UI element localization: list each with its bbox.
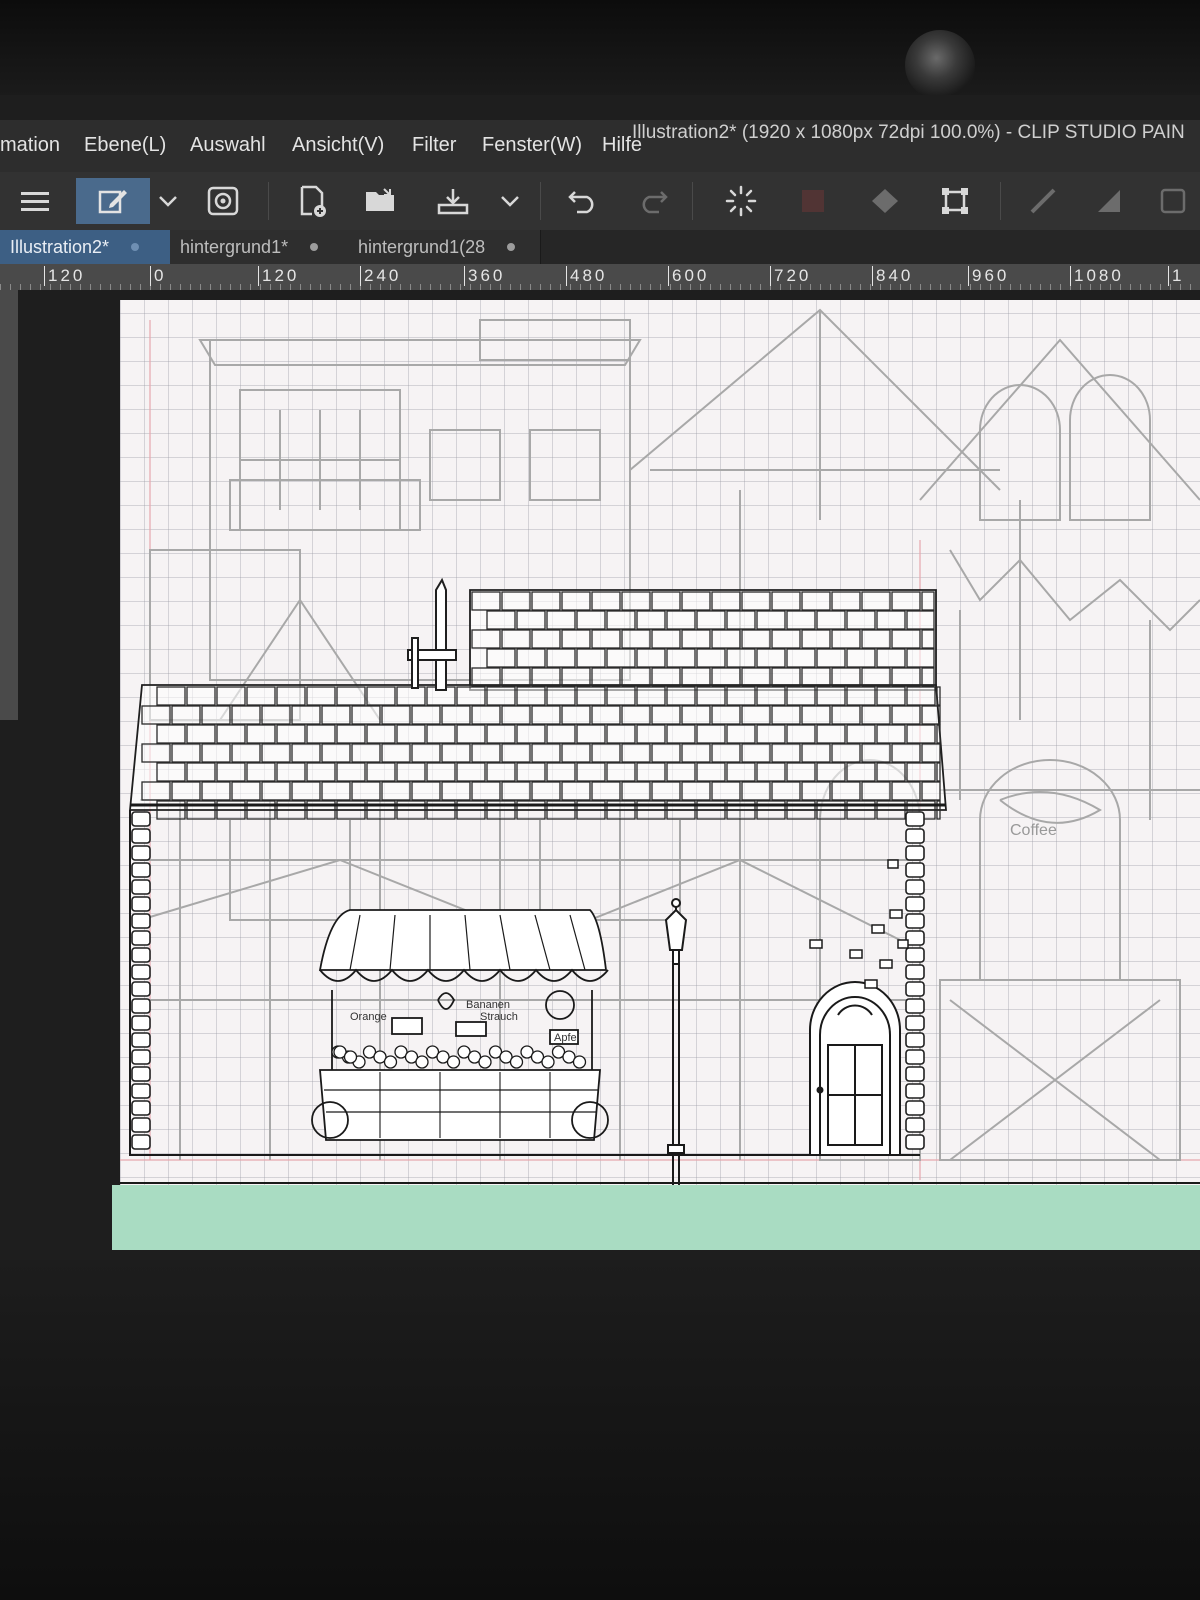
document-tabs: Illustration2* hintergrund1* hintergrund… [0,230,1200,264]
spiral-icon[interactable] [200,178,246,224]
new-file-icon[interactable] [290,178,336,224]
fruit-pile [331,1045,587,1069]
menu-animation[interactable]: mation [0,134,60,157]
window-title: Illustration2* (1920 x 1080px 72dpi 100.… [632,122,1185,143]
tab-hintergrund1[interactable]: hintergrund1* [170,230,357,264]
cart-label-bananas: Bananen [466,999,510,1011]
artwork: Coffee Orange Bananen Strauch Apfel [120,308,1200,1238]
menu-icon[interactable] [12,178,58,224]
ruler-label: 240 [360,266,401,286]
desk-surface [0,1260,1200,1600]
fill-icon[interactable] [862,178,908,224]
drawing-canvas[interactable]: Coffee Orange Bananen Strauch Apfel [120,300,1200,1250]
command-bar [0,172,1200,230]
menu-filter[interactable]: Filter [412,134,456,157]
grass-layer [112,1185,1200,1250]
menu-bar: mation Ebene(L) Auswahl Ansicht(V) Filte… [0,120,1200,172]
tab-label: hintergrund1* [180,236,289,257]
lamp-post [664,898,688,1226]
close-icon[interactable] [310,243,319,251]
market-cart [311,909,609,1141]
tab-illustration2[interactable]: Illustration2* [0,230,179,264]
open-folder-icon[interactable] [358,178,404,224]
close-icon[interactable] [131,243,140,251]
redo-icon[interactable] [630,178,676,224]
loading-icon[interactable] [718,178,764,224]
monitor-bezel [0,0,1200,95]
cart-label-apple: Apfel [554,1032,579,1044]
webcam [905,30,975,100]
cart-label-bush: Strauch [480,1011,518,1023]
chimney [407,577,457,691]
ruler-label: 960 [968,266,1009,286]
ruler-label: 120 [258,266,299,286]
cafe-sign-text: Coffee [1010,822,1057,839]
tool-icon[interactable] [1150,178,1196,224]
door [809,981,901,1156]
ruler-label: 480 [566,266,607,286]
ruler-label: 600 [668,266,709,286]
vertical-ruler [0,290,18,720]
undo-icon[interactable] [560,178,606,224]
ruler-label: 840 [872,266,913,286]
ruler-label: 0 [150,266,166,286]
ruler-label: 720 [770,266,811,286]
ruler-label: 120 [44,266,85,286]
ruler-label: 1080 [1070,266,1124,286]
close-icon[interactable] [507,243,516,251]
edit-pen-icon[interactable] [76,178,150,224]
tab-hintergrund1-28[interactable]: hintergrund1(28 [348,230,541,264]
ruler-label: 360 [464,266,505,286]
ruler-label: 1 [1168,266,1184,286]
chevron-down-icon[interactable] [492,178,528,224]
horizontal-ruler: 120 0 120 240 360 480 600 720 840 960 10… [0,264,1200,290]
layer-icon[interactable] [790,178,836,224]
menu-layer[interactable]: Ebene(L) [84,134,166,157]
tab-label: Illustration2* [10,236,110,257]
roof [129,589,947,811]
menu-selection[interactable]: Auswahl [190,134,266,157]
tab-label: hintergrund1(28 [358,236,486,257]
tool-icon[interactable] [1086,178,1132,224]
transform-icon[interactable] [932,178,978,224]
menu-view[interactable]: Ansicht(V) [292,134,384,157]
tool-icon[interactable] [1020,178,1066,224]
wall-bricks [809,859,909,989]
menu-window[interactable]: Fenster(W) [482,134,582,157]
chevron-down-icon[interactable] [150,178,186,224]
save-icon[interactable] [430,178,476,224]
cart-label-orange: Orange [350,1011,387,1023]
